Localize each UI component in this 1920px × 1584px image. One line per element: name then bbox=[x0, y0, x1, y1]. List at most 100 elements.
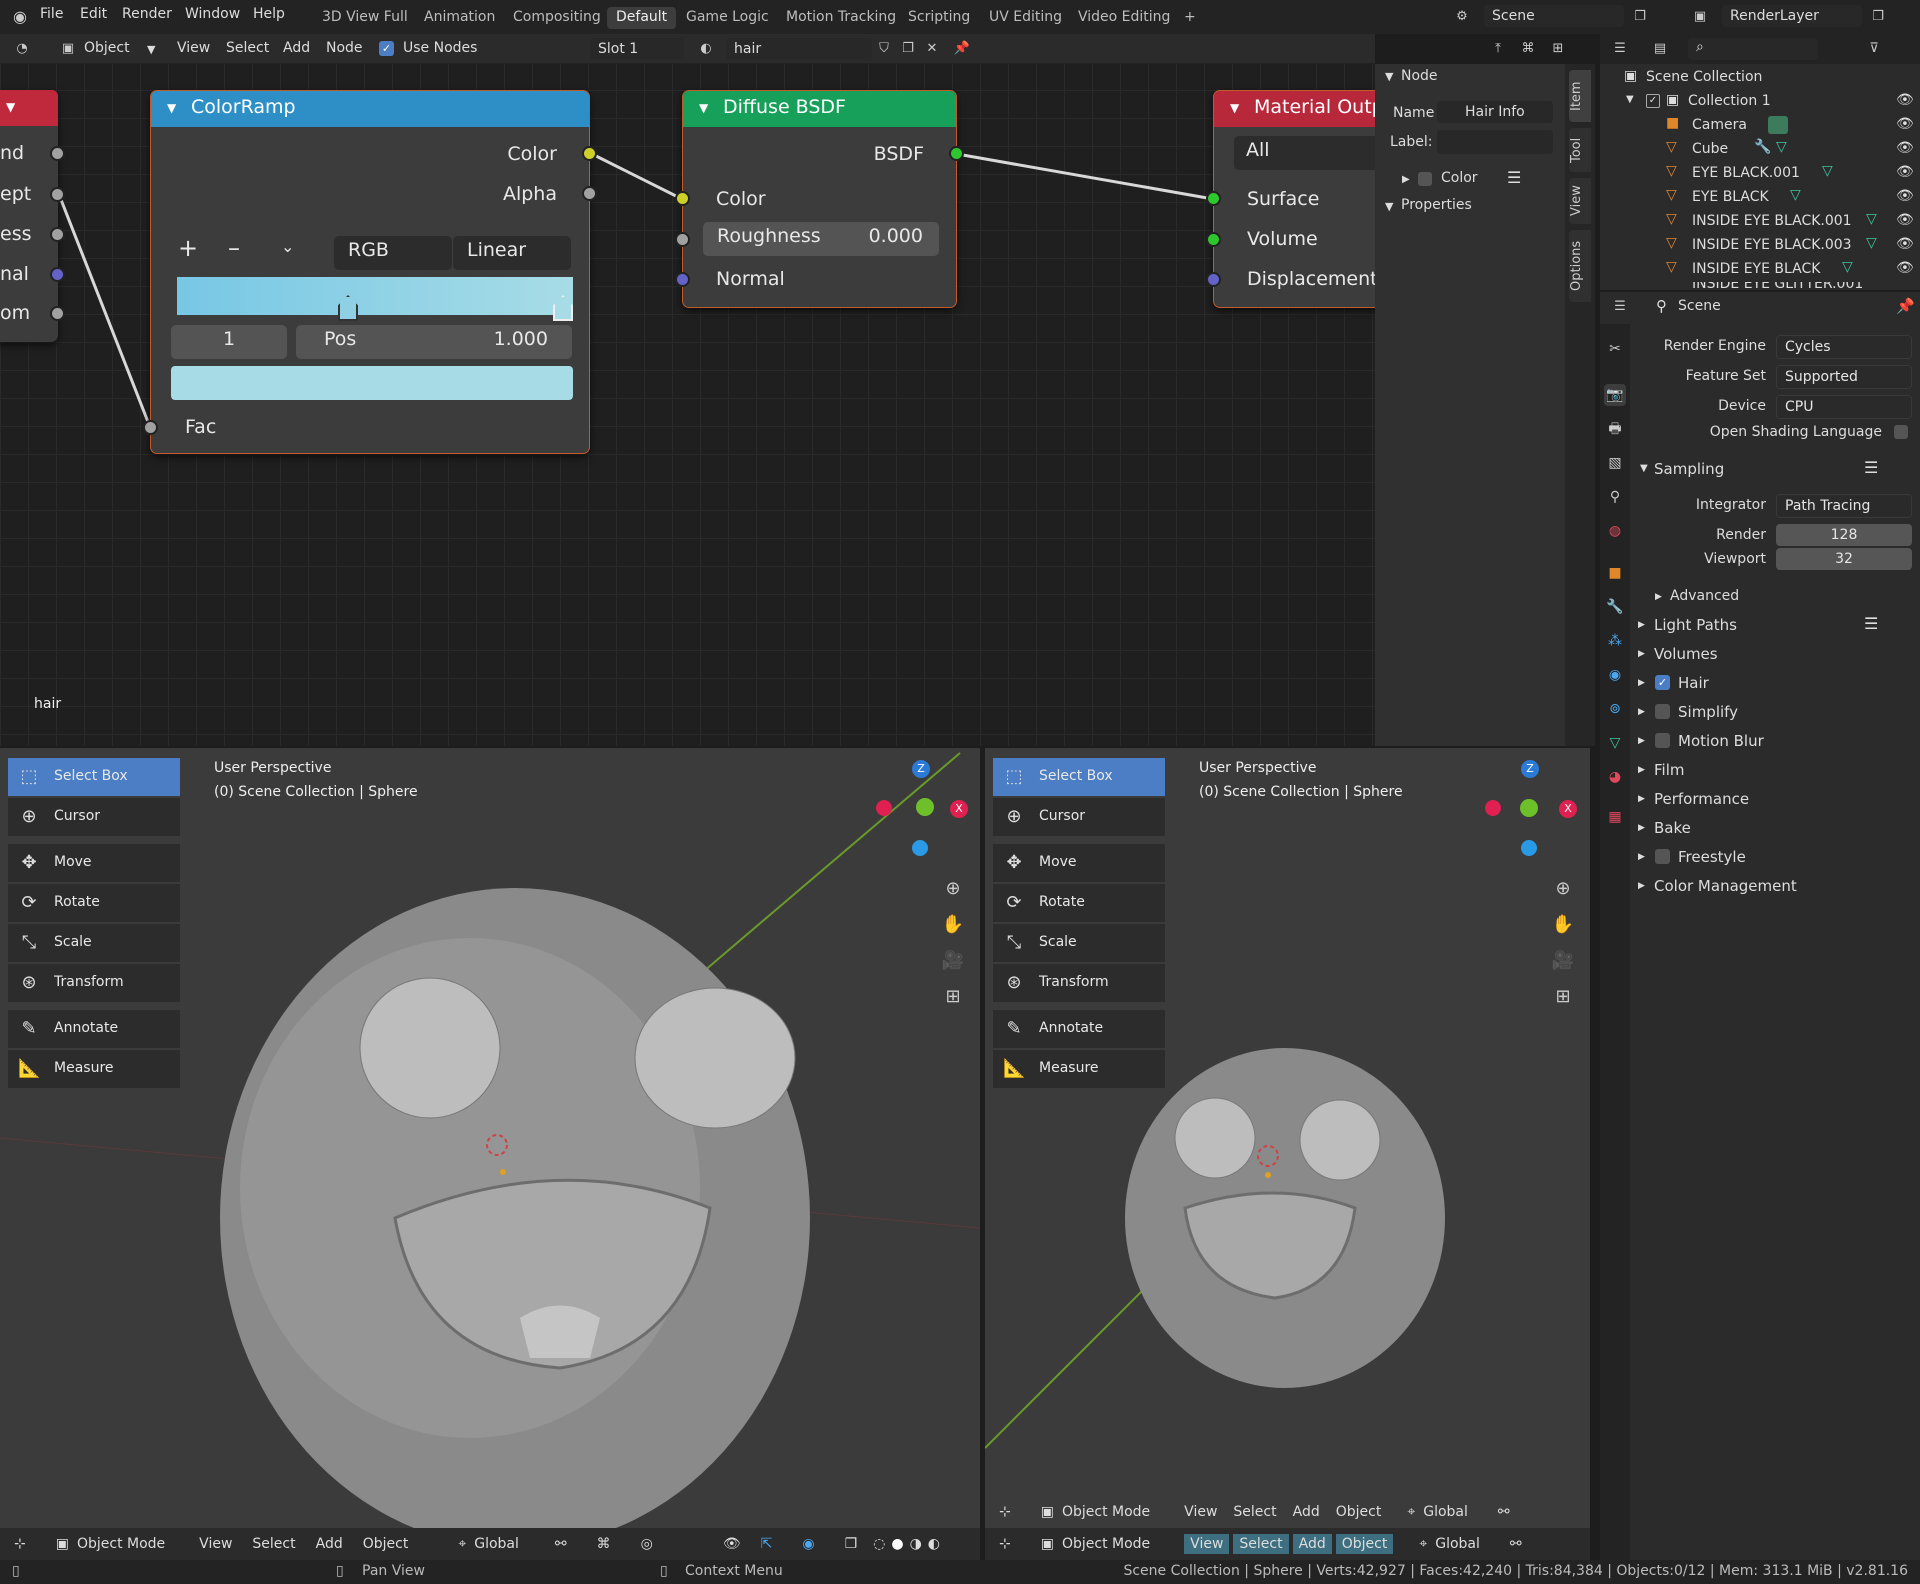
motion-blur-checkbox[interactable] bbox=[1655, 733, 1670, 748]
viewport-samples-field[interactable]: 32 bbox=[1776, 548, 1912, 570]
camera-view-icon[interactable]: 🎥 bbox=[1546, 944, 1580, 978]
gizmo-z-axis[interactable]: Z bbox=[1521, 760, 1539, 778]
overlay-icon[interactable]: ◉ bbox=[802, 1536, 814, 1552]
gizmo-y-axis[interactable] bbox=[1520, 799, 1538, 817]
outliner-item-inside-eye-glitter-001[interactable]: INSIDE EYE GLITTER.001 bbox=[1600, 282, 1920, 290]
outliner-item-collection-1[interactable]: ▼ ✓ ▣ Collection 1 👁 bbox=[1600, 90, 1920, 114]
tool-rotate[interactable]: ⟳ Rotate bbox=[8, 884, 180, 922]
menu-file[interactable]: File bbox=[40, 6, 63, 22]
menu-node[interactable]: Node bbox=[326, 40, 363, 56]
tab-game-logic[interactable]: Game Logic bbox=[677, 7, 778, 29]
color-checkbox[interactable] bbox=[1418, 172, 1432, 186]
proportional-edit-icon[interactable]: ◎ bbox=[641, 1536, 653, 1552]
view-layer-field[interactable]: RenderLayer bbox=[1722, 5, 1862, 27]
render-engine-dropdown[interactable]: Cycles bbox=[1776, 335, 1912, 359]
slot-dropdown[interactable]: Slot 1 bbox=[590, 38, 684, 60]
film-section-header[interactable]: Film bbox=[1654, 761, 1684, 779]
list-icon[interactable]: ☰ bbox=[1507, 168, 1521, 187]
bake-section-header[interactable]: Bake bbox=[1654, 819, 1691, 837]
output-socket[interactable] bbox=[50, 267, 65, 282]
color-mode-dropdown[interactable]: RGB bbox=[334, 236, 452, 270]
eye-icon[interactable]: 👁 bbox=[1896, 164, 1914, 180]
pivot-icon[interactable]: ⚯ bbox=[1498, 1504, 1510, 1520]
view-layer-icon[interactable]: ▣ bbox=[1688, 6, 1712, 28]
orientation-dropdown[interactable]: Global bbox=[474, 1536, 519, 1552]
tool-cursor[interactable]: ⊕ Cursor bbox=[8, 798, 180, 836]
filter-icon[interactable]: ⊽ bbox=[1862, 38, 1886, 60]
object-tab-icon[interactable]: ■ bbox=[1604, 562, 1626, 584]
gizmo-neg-z-axis[interactable] bbox=[912, 840, 928, 856]
checkbox-icon[interactable]: ✓ bbox=[1646, 94, 1660, 108]
output-tab-icon[interactable]: 🖶 bbox=[1604, 418, 1626, 440]
fac-input-socket[interactable] bbox=[143, 420, 158, 435]
tool-scale[interactable]: ⤡ Scale bbox=[8, 924, 180, 962]
color-management-section-header[interactable]: Color Management bbox=[1654, 877, 1797, 895]
material-name-field[interactable]: hair bbox=[726, 38, 872, 60]
view-layer-tab-icon[interactable]: ▧ bbox=[1604, 452, 1626, 474]
mode-dropdown[interactable]: Object Mode bbox=[77, 1536, 165, 1552]
mode-dropdown[interactable]: Object Mode bbox=[1062, 1536, 1150, 1552]
outliner-search-input[interactable] bbox=[1688, 38, 1818, 60]
tool-measure[interactable]: 📐 Measure bbox=[993, 1050, 1165, 1088]
viewport-right[interactable]: User Perspective (0) Scene Collection | … bbox=[985, 748, 1590, 1560]
menu-view[interactable]: View bbox=[1184, 1504, 1217, 1520]
integrator-dropdown[interactable]: Path Tracing bbox=[1776, 494, 1912, 518]
simplify-section-header[interactable]: Simplify bbox=[1678, 703, 1738, 721]
menu-window[interactable]: Window bbox=[185, 6, 240, 22]
use-nodes-checkbox[interactable]: ✓ bbox=[379, 41, 394, 56]
tab-animation[interactable]: Animation bbox=[415, 7, 504, 29]
scene-selector-icon[interactable]: ⚙ bbox=[1450, 6, 1474, 28]
node-section-header[interactable]: Node bbox=[1401, 68, 1438, 84]
xray-icon[interactable]: ❐ bbox=[845, 1536, 858, 1552]
eye-icon[interactable]: 👁 bbox=[1896, 116, 1914, 132]
color-output-socket[interactable] bbox=[582, 146, 597, 161]
motion-blur-section-header[interactable]: Motion Blur bbox=[1678, 732, 1764, 750]
normal-input-socket[interactable] bbox=[675, 272, 690, 287]
eye-icon[interactable]: 👁 bbox=[1896, 92, 1914, 108]
duplicate-material-icon[interactable]: ❐ bbox=[896, 38, 920, 60]
diffuse-bsdf-title[interactable]: Diffuse BSDF bbox=[683, 91, 956, 127]
menu-select[interactable]: Select bbox=[252, 1536, 295, 1552]
eye-icon[interactable]: 👁 bbox=[1896, 188, 1914, 204]
output-socket[interactable] bbox=[50, 187, 65, 202]
tab-3d-view-full[interactable]: 3D View Full bbox=[313, 7, 417, 29]
editor-type-icon[interactable]: ⊹ bbox=[999, 1536, 1011, 1552]
tab-video-editing[interactable]: Video Editing bbox=[1069, 7, 1179, 29]
mode-dropdown[interactable]: Object Mode bbox=[1062, 1504, 1150, 1520]
color-ramp-gradient[interactable] bbox=[177, 277, 573, 315]
properties-section-header[interactable]: Properties bbox=[1401, 197, 1472, 213]
camera-view-icon[interactable]: 🎥 bbox=[936, 944, 970, 978]
eye-icon[interactable]: 👁 bbox=[1896, 212, 1914, 228]
editor-type-icon[interactable]: ☰ bbox=[1608, 38, 1632, 60]
scene-field[interactable]: Scene bbox=[1484, 5, 1624, 27]
outliner-item-cube[interactable]: ▽ Cube 🔧 ▽ 👁 bbox=[1600, 138, 1920, 162]
tab-uv-editing[interactable]: UV Editing bbox=[980, 7, 1071, 29]
pin-icon[interactable]: 📌 bbox=[950, 38, 974, 60]
scene-tab-icon[interactable]: ⚲ bbox=[1604, 486, 1626, 508]
ortho-grid-icon[interactable]: ⊞ bbox=[936, 980, 970, 1014]
modifier-tab-icon[interactable]: 🔧 bbox=[1604, 596, 1626, 618]
performance-section-header[interactable]: Performance bbox=[1654, 790, 1749, 808]
stop-color-swatch[interactable] bbox=[171, 366, 573, 400]
tool-transform[interactable]: ⊛ Transform bbox=[993, 964, 1165, 1002]
menu-view[interactable]: View bbox=[177, 40, 210, 56]
tool-rotate[interactable]: ⟳ Rotate bbox=[993, 884, 1165, 922]
snap-options-icon[interactable]: ⊞ bbox=[1546, 38, 1570, 60]
orientation-dropdown[interactable]: Global bbox=[1435, 1536, 1480, 1552]
roughness-field[interactable]: Roughness 0.000 bbox=[703, 222, 939, 256]
stop-index-field[interactable]: 1 bbox=[171, 325, 287, 359]
tool-tab-icon[interactable]: ✂ bbox=[1604, 338, 1626, 360]
outliner-item-eye-black[interactable]: ▽ EYE BLACK ▽ 👁 bbox=[1600, 186, 1920, 210]
tool-cursor[interactable]: ⊕ Cursor bbox=[993, 798, 1165, 836]
menu-select[interactable]: Select bbox=[226, 40, 269, 56]
tool-select-box[interactable]: ⬚ Select Box bbox=[8, 758, 180, 796]
remove-stop-button[interactable]: – bbox=[228, 234, 240, 262]
zoom-icon[interactable]: ⊕ bbox=[936, 872, 970, 906]
texture-tab-icon[interactable]: ▦ bbox=[1604, 806, 1626, 828]
bsdf-output-socket[interactable] bbox=[949, 146, 964, 161]
editor-type-icon[interactable]: ⊹ bbox=[999, 1504, 1011, 1520]
editor-type-icon[interactable]: ◔ bbox=[10, 38, 34, 60]
sampling-section-header[interactable]: Sampling bbox=[1654, 460, 1724, 478]
rendered-shading-icon[interactable]: ◐ bbox=[928, 1536, 940, 1552]
pivot-icon[interactable]: ⚯ bbox=[1510, 1536, 1522, 1552]
